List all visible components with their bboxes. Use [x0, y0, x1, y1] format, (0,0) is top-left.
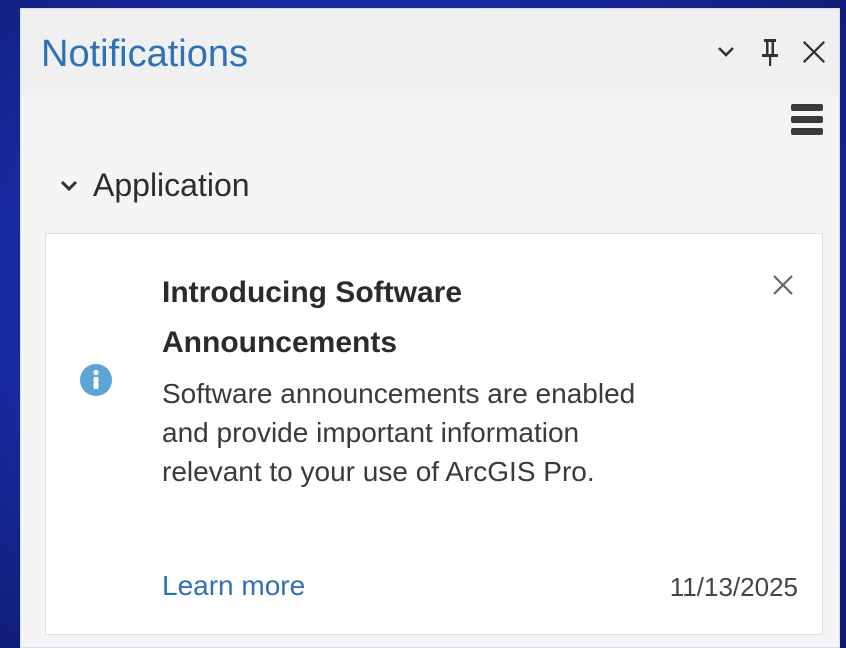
notification-body: Software announcements are enabled and p… — [162, 378, 636, 487]
notification-title: Introducing Software Announcements — [162, 276, 462, 359]
info-icon — [80, 364, 112, 396]
pane-controls — [713, 35, 827, 69]
chevron-down-icon — [718, 47, 734, 57]
close-icon — [802, 40, 826, 64]
pane-title: Notifications — [41, 33, 248, 75]
learn-more-link[interactable]: Learn more — [162, 570, 305, 602]
pin-icon — [762, 39, 778, 66]
pane-options-button[interactable] — [713, 35, 739, 69]
pane-menu-button[interactable] — [791, 103, 823, 137]
group-label: Application — [93, 167, 250, 203]
pin-button[interactable] — [757, 35, 783, 69]
chevron-down-icon — [60, 180, 78, 191]
group-header-application[interactable]: Application — [59, 167, 250, 204]
hamburger-menu-icon — [791, 104, 823, 135]
notification-date: 11/13/2025 — [669, 572, 798, 602]
close-icon — [773, 275, 793, 295]
notification-card: Introducing Software Announcements Softw… — [45, 233, 823, 635]
pane-titlebar: Notifications — [21, 9, 839, 95]
dismiss-notification-button[interactable] — [768, 270, 798, 300]
close-pane-button[interactable] — [801, 35, 827, 69]
notifications-pane: Notifications Application Introducing So… — [20, 8, 840, 648]
